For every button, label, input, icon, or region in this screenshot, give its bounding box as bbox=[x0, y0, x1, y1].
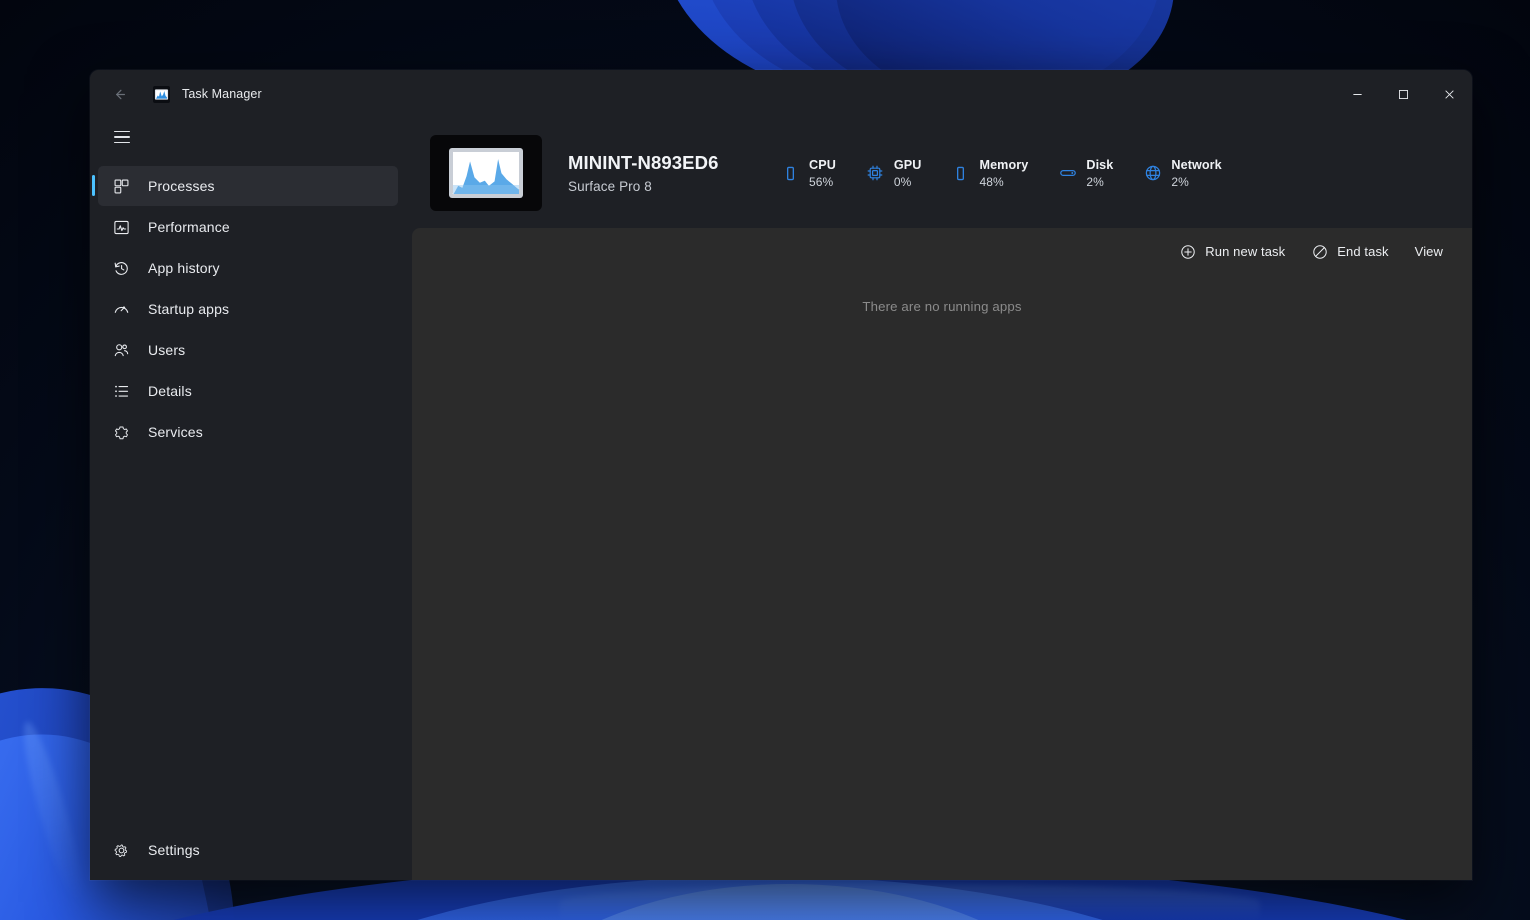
task-manager-chart-icon bbox=[153, 85, 170, 103]
disk-drive-icon bbox=[1058, 164, 1077, 183]
stat-cpu[interactable]: CPU 56% bbox=[766, 158, 851, 189]
nav-list: Processes Performance App history Startu… bbox=[90, 166, 410, 452]
window-body: Processes Performance App history Startu… bbox=[90, 118, 1472, 880]
empty-state-message: There are no running apps bbox=[862, 299, 1022, 314]
panel-toolbar: Run new task End task View bbox=[412, 228, 1472, 275]
startup-gauge-icon bbox=[112, 300, 130, 318]
end-task-button[interactable]: End task bbox=[1300, 236, 1399, 267]
device-name: MININT-N893ED6 bbox=[568, 152, 719, 173]
stat-value: 2% bbox=[1086, 174, 1104, 189]
services-gear-icon bbox=[112, 423, 130, 441]
close-icon[interactable] bbox=[1426, 70, 1472, 118]
history-clock-icon bbox=[112, 259, 130, 277]
stat-value: 48% bbox=[979, 174, 1004, 189]
stat-memory[interactable]: Memory 48% bbox=[936, 158, 1043, 189]
sidebar-navigation: Processes Performance App history Startu… bbox=[90, 118, 410, 880]
details-list-icon bbox=[112, 382, 130, 400]
prohibition-icon bbox=[1311, 243, 1328, 260]
device-identity: MININT-N893ED6 Surface Pro 8 bbox=[568, 152, 738, 194]
plus-circle-icon bbox=[1179, 243, 1196, 260]
cpu-bar-icon bbox=[781, 164, 800, 183]
sidebar-item-label: Startup apps bbox=[148, 301, 230, 317]
sidebar-item-details[interactable]: Details bbox=[98, 371, 398, 411]
stat-disk[interactable]: Disk 2% bbox=[1043, 158, 1128, 189]
stat-value: 2% bbox=[1171, 174, 1189, 189]
stat-network[interactable]: Network 2% bbox=[1128, 158, 1236, 189]
run-new-task-label: Run new task bbox=[1205, 244, 1286, 259]
stat-label: Disk bbox=[1086, 157, 1114, 172]
sidebar-item-label: Users bbox=[148, 342, 186, 358]
window-controls bbox=[1334, 70, 1472, 118]
stat-label: Network bbox=[1171, 157, 1222, 172]
stat-value: 56% bbox=[809, 174, 834, 189]
processes-panel: Run new task End task View There are no … bbox=[412, 228, 1472, 880]
process-list-empty-state: There are no running apps bbox=[412, 275, 1472, 880]
sidebar-item-settings[interactable]: Settings bbox=[98, 830, 398, 870]
sidebar-item-label: Performance bbox=[148, 219, 230, 235]
view-label: View bbox=[1414, 244, 1443, 259]
hamburger-menu-icon[interactable] bbox=[104, 120, 140, 154]
gear-icon bbox=[112, 841, 130, 859]
sidebar-item-label: Services bbox=[148, 424, 203, 440]
title-bar: Task Manager bbox=[90, 70, 1472, 118]
minimize-icon[interactable] bbox=[1334, 70, 1380, 118]
sidebar-item-label: Processes bbox=[148, 178, 215, 194]
sidebar-item-label: App history bbox=[148, 260, 220, 276]
device-summary-header: MININT-N893ED6 Surface Pro 8 CPU 56% GPU… bbox=[410, 118, 1472, 228]
content-area: MININT-N893ED6 Surface Pro 8 CPU 56% GPU… bbox=[410, 118, 1472, 880]
stat-label: CPU bbox=[809, 157, 836, 172]
sidebar-item-app-history[interactable]: App history bbox=[98, 248, 398, 288]
monitor-chart-thumbnail bbox=[430, 135, 542, 211]
sidebar-item-label: Details bbox=[148, 383, 192, 399]
stat-value: 0% bbox=[893, 174, 912, 189]
view-button[interactable]: View bbox=[1404, 236, 1454, 267]
window-title: Task Manager bbox=[182, 87, 262, 101]
task-manager-window: Task Manager Processes Performance App h… bbox=[90, 70, 1472, 880]
sidebar-item-services[interactable]: Services bbox=[98, 412, 398, 452]
gpu-chip-icon bbox=[866, 164, 885, 183]
device-model: Surface Pro 8 bbox=[568, 179, 652, 194]
end-task-label: End task bbox=[1337, 244, 1389, 259]
sidebar-item-performance[interactable]: Performance bbox=[98, 207, 398, 247]
resource-stats: CPU 56% GPU 0% Memory 48% Disk 2% Networ… bbox=[766, 158, 1237, 189]
back-arrow-icon[interactable] bbox=[102, 79, 136, 109]
sidebar-item-label: Settings bbox=[148, 842, 200, 858]
stat-label: GPU bbox=[893, 157, 922, 172]
sidebar-item-startup-apps[interactable]: Startup apps bbox=[98, 289, 398, 329]
run-new-task-button[interactable]: Run new task bbox=[1168, 236, 1296, 267]
sidebar-item-processes[interactable]: Processes bbox=[92, 166, 398, 206]
maximize-icon[interactable] bbox=[1380, 70, 1426, 118]
performance-pulse-icon bbox=[112, 218, 130, 236]
processes-grid-icon bbox=[112, 177, 130, 195]
stat-label: Memory bbox=[979, 157, 1029, 172]
memory-bar-icon bbox=[951, 164, 970, 183]
stat-gpu[interactable]: GPU 0% bbox=[851, 158, 937, 189]
network-globe-icon bbox=[1143, 164, 1162, 183]
sidebar-item-users[interactable]: Users bbox=[98, 330, 398, 370]
users-people-icon bbox=[112, 341, 130, 359]
